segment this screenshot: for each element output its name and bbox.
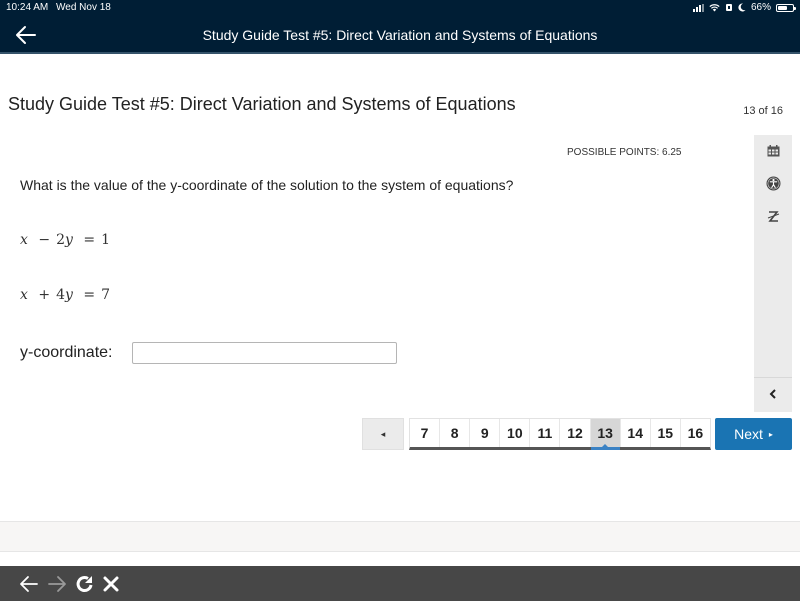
status-bar: 10:24 AM Wed Nov 18 66% [0, 0, 800, 16]
eq-coefficient: 2 [56, 232, 66, 248]
eq-equals: = [83, 232, 96, 248]
sidebar-divider [754, 377, 792, 378]
header-title-text: Study Guide Test #5: Direct Variation an… [202, 27, 598, 43]
equation-1: x −2y = 1 [20, 232, 110, 248]
equation-2: x +4y = 7 [20, 287, 110, 303]
page-button-8[interactable]: 8 [440, 419, 471, 447]
next-button[interactable]: Next ▸ [715, 418, 792, 450]
header-title: Study Guide Test #5: Direct Variation an… [0, 27, 800, 43]
eq-operator: − [38, 232, 51, 248]
triangle-left-icon: ◂ [380, 428, 386, 439]
orientation-lock-icon [725, 4, 732, 11]
translate-icon [767, 210, 779, 222]
eq-var-x: x [20, 287, 28, 303]
question-prompt: What is the value of the y-coordinate of… [20, 177, 514, 193]
battery-fill [778, 5, 787, 10]
do-not-disturb-moon-icon [738, 3, 746, 12]
translate-button[interactable] [754, 206, 792, 226]
page-button-7[interactable]: 7 [410, 419, 441, 447]
reload-icon[interactable] [74, 573, 96, 595]
browser-toolbar [0, 566, 800, 601]
question-counter: 13 of 16 [743, 105, 783, 117]
status-icons: 66% [692, 2, 796, 13]
close-icon[interactable] [100, 573, 122, 595]
page-button-13[interactable]: 13 [590, 419, 621, 450]
next-button-label: Next [734, 426, 763, 442]
status-date: Wed Nov 18 [56, 2, 111, 13]
status-time: 10:24 AM [6, 2, 49, 13]
page-title: Study Guide Test #5: Direct Variation an… [8, 94, 516, 114]
page-button-16[interactable]: 16 [681, 419, 710, 447]
eq-var-y: y [65, 287, 73, 303]
page-button-14[interactable]: 14 [621, 419, 651, 447]
eq-var-x: x [20, 232, 28, 248]
battery-percent: 66% [750, 2, 771, 13]
chevron-left-icon [769, 389, 776, 399]
footer-band [0, 521, 800, 552]
page-button-11[interactable]: 11 [530, 419, 561, 447]
battery-icon [776, 3, 796, 12]
app-header: Study Guide Test #5: Direct Variation an… [0, 16, 800, 54]
eq-equals: = [83, 287, 96, 303]
calendar-icon [767, 145, 779, 157]
back-arrow-icon[interactable] [18, 573, 40, 595]
wifi-icon [709, 3, 720, 11]
page-button-15[interactable]: 15 [651, 419, 681, 447]
eq-rhs: 1 [101, 232, 111, 248]
eq-coefficient: 4 [56, 287, 66, 303]
calendar-button[interactable] [754, 141, 792, 161]
tools-sidebar [754, 135, 792, 412]
accessibility-button[interactable] [754, 173, 792, 193]
y-coordinate-input[interactable] [132, 342, 397, 364]
page-button-9[interactable]: 9 [470, 419, 501, 447]
previous-question-button[interactable]: ◂ [362, 418, 404, 450]
possible-points: POSSIBLE POINTS: 6.25 [567, 147, 682, 158]
collapse-sidebar-button[interactable] [754, 384, 792, 404]
triangle-right-icon: ▸ [768, 429, 773, 439]
accessibility-icon [766, 176, 780, 190]
answer-label: y-coordinate: [20, 344, 113, 361]
signal-icon [692, 3, 704, 12]
question-page-list: 7 8 9 10 11 12 13 14 15 16 [409, 418, 711, 450]
eq-var-y: y [65, 232, 73, 248]
forward-arrow-icon[interactable] [46, 573, 68, 595]
page-button-12[interactable]: 12 [560, 419, 591, 447]
eq-rhs: 7 [101, 287, 111, 303]
eq-operator: + [38, 287, 51, 303]
page-button-10[interactable]: 10 [500, 419, 531, 447]
